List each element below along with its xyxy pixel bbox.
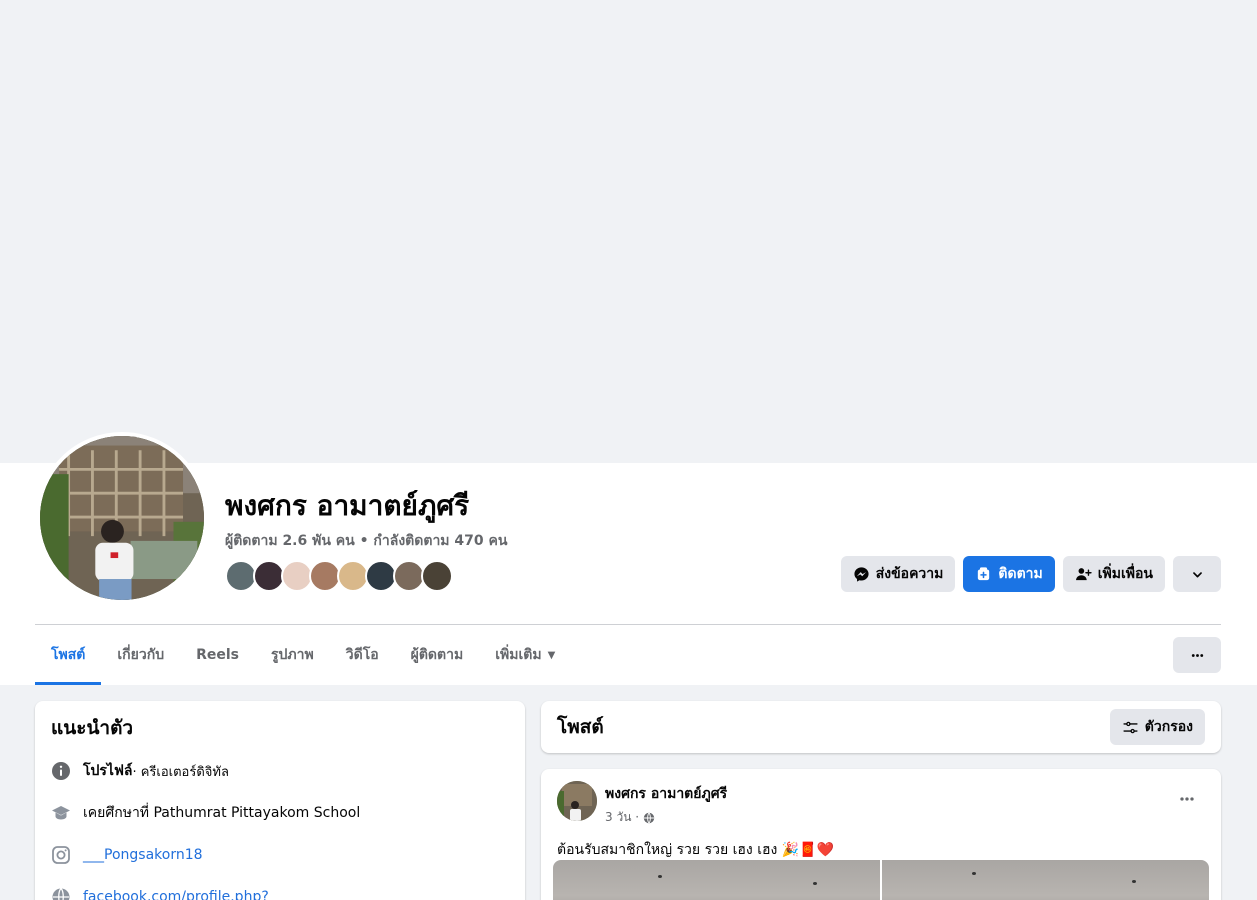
tab-photos[interactable]: รูปภาพ [255, 625, 330, 685]
intro-card: แนะนำตัว โปรไฟล์ · ครีเอเตอร์ดิจิทัล เคย… [35, 701, 525, 900]
add-friend-button[interactable]: เพิ่มเพื่อน [1062, 556, 1165, 592]
person-add-icon [1075, 567, 1092, 580]
filter-label: ตัวกรอง [1144, 719, 1193, 735]
chevron-down-icon [1192, 571, 1202, 577]
tab-posts[interactable]: โพสต์ [35, 625, 102, 685]
posts-title: โพสต์ [557, 716, 604, 738]
website-link[interactable]: facebook.com/profile.php? [83, 889, 269, 900]
post-time[interactable]: 3 วัน · [605, 808, 639, 827]
post-text: ต้อนรับสมาชิกใหญ่ รวย รวย เฮง เฮง 🎉🧧❤️ [557, 842, 835, 858]
profile-tabs: โพสต์ เกี่ยวกับ Reels รูปภาพ วิดีโอ ผู้ต… [35, 625, 571, 685]
message-label: ส่งข้อความ [875, 566, 944, 582]
more-dots-icon [1180, 797, 1194, 801]
post-author-avatar[interactable] [557, 781, 597, 821]
more-dots-icon [1191, 653, 1203, 657]
intro-website-row: facebook.com/profile.php? [51, 887, 509, 900]
intro-education-row: เคยศึกษาที่ Pathumrat Pittayakom School [51, 803, 509, 823]
profile-name: พงศกร อามาตย์ภูศรี [225, 489, 470, 522]
intro-title: แนะนำตัว [51, 717, 134, 739]
tab-reels[interactable]: Reels [180, 625, 255, 685]
intro-profile-row: โปรไฟล์ · ครีเอเตอร์ดิจิทัล [51, 761, 509, 781]
globe-icon [51, 887, 71, 900]
post-meta: พงศกร อามาตย์ภูศรี 3 วัน · [605, 781, 727, 827]
posts-header-card: โพสต์ ตัวกรอง [541, 701, 1221, 753]
post-author-name[interactable]: พงศกร อามาตย์ภูศรี [605, 783, 727, 805]
caret-down-icon: ▼ [547, 649, 556, 661]
instagram-icon [51, 845, 71, 865]
filter-icon [1123, 721, 1138, 733]
tabs-more-button[interactable] [1173, 637, 1221, 673]
intro-profile-label: โปรไฟล์ [83, 763, 133, 779]
tab-followers[interactable]: ผู้ติดตาม [395, 625, 480, 685]
info-icon [51, 761, 71, 781]
follow-label: ติดตาม [998, 566, 1043, 582]
profile-avatar[interactable] [36, 432, 208, 604]
friend-avatars[interactable] [225, 560, 453, 592]
profile-actions: ส่งข้อความ ติดตาม เพิ่มเพื่อน [840, 556, 1221, 592]
messenger-icon [854, 566, 869, 582]
instagram-link[interactable]: ___Pongsakorn18 [83, 847, 203, 863]
friend-avatar[interactable] [421, 560, 453, 592]
filter-button[interactable]: ตัวกรอง [1109, 709, 1205, 745]
tab-videos[interactable]: วิดีโอ [330, 625, 395, 685]
post-card: พงศกร อามาตย์ภูศรี 3 วัน · ต้อนรับสมาชิก… [541, 769, 1221, 900]
post-header: พงศกร อามาตย์ภูศรี 3 วัน · [557, 781, 1205, 827]
follow-icon [978, 566, 990, 580]
post-time-row: 3 วัน · [605, 808, 727, 827]
intro-profile-category: · ครีเอเตอร์ดิจิทัล [132, 764, 229, 780]
post-image[interactable] [882, 860, 1209, 900]
tab-about[interactable]: เกี่ยวกับ [101, 625, 180, 685]
post-images [553, 860, 1209, 900]
post-options-button[interactable] [1169, 781, 1205, 817]
post-image[interactable] [553, 860, 880, 900]
message-button[interactable]: ส่งข้อความ [840, 556, 956, 592]
globe-icon [643, 812, 655, 823]
tab-more[interactable]: เพิ่มเติม ▼ [479, 625, 571, 685]
intro-education: เคยศึกษาที่ Pathumrat Pittayakom School [83, 805, 361, 821]
profile-stats[interactable]: ผู้ติดตาม 2.6 พัน คน • กำลังติดตาม 470 ค… [225, 530, 507, 552]
more-options-button[interactable] [1173, 556, 1221, 592]
follow-button[interactable]: ติดตาม [963, 556, 1055, 592]
intro-instagram-row: ___Pongsakorn18 [51, 845, 509, 865]
cover-photo[interactable] [4, 0, 1253, 463]
add-friend-label: เพิ่มเพื่อน [1097, 566, 1153, 582]
graduation-cap-icon [51, 803, 71, 823]
